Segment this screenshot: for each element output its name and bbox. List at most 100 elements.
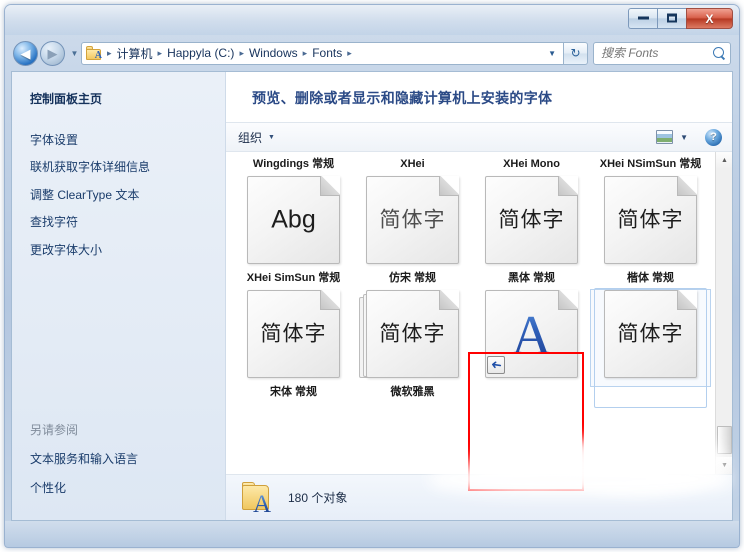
- font-item[interactable]: 简体字: [353, 289, 472, 386]
- font-preview-tile[interactable]: 简体字: [247, 289, 340, 378]
- scroll-down-button[interactable]: ▼: [716, 457, 732, 474]
- font-item-shortcut[interactable]: A ➜: [472, 289, 591, 386]
- window-controls: X: [628, 8, 733, 30]
- font-item[interactable]: XHei Mono: [472, 158, 591, 176]
- vertical-scrollbar[interactable]: ▲ ▼: [715, 152, 732, 474]
- minimize-button[interactable]: [628, 8, 657, 29]
- font-item-selected[interactable]: 简体字: [590, 287, 711, 408]
- font-item[interactable]: XHei NSimSun 常规: [591, 158, 710, 176]
- font-item[interactable]: 微软雅黑: [353, 386, 472, 404]
- font-name-label: XHei NSimSun 常规: [599, 158, 702, 170]
- font-name-label: 宋体 常规: [269, 385, 318, 398]
- address-breadcrumb-bar[interactable]: A ▸ 计算机 ▸ Happyla (C:) ▸ Windows ▸ Fonts…: [81, 41, 564, 65]
- back-arrow-icon: ◀: [20, 45, 31, 61]
- toolbar-right-group: ▼ ?: [656, 128, 722, 146]
- font-preview-tile[interactable]: 简体字: [485, 175, 578, 264]
- font-item[interactable]: 简体字: [353, 175, 472, 272]
- font-item[interactable]: Wingdings 常规: [234, 158, 353, 176]
- font-name-label: 仿宋 常规: [388, 271, 437, 284]
- chevron-down-icon: ▼: [70, 48, 79, 58]
- see-also-heading: 另请参阅: [30, 423, 79, 437]
- font-item[interactable]: 简体字: [591, 175, 710, 272]
- font-item[interactable]: [472, 386, 591, 404]
- see-also-section: 另请参阅 文本服务和输入语言 个性化: [30, 421, 216, 508]
- back-button[interactable]: ◀: [13, 40, 38, 66]
- explorer-window: X ◀ ▶ ▼ A ▸ 计算机 ▸ Happyla (C:) ▸ Windows…: [4, 4, 740, 548]
- font-item[interactable]: XHei SimSun 常规: [234, 272, 353, 290]
- content-grid-wrapper: Wingdings 常规 XHei XHei Mono XHei NSimSun…: [226, 152, 732, 474]
- chevron-down-icon: ▼: [268, 133, 275, 141]
- font-item[interactable]: 黑体 常规: [472, 272, 591, 290]
- font-family-stack-tile[interactable]: 简体字: [359, 289, 459, 378]
- font-name-label: 黑体 常规: [507, 271, 556, 284]
- font-name-label: XHei SimSun 常规: [246, 271, 341, 284]
- font-item[interactable]: 简体字: [234, 289, 353, 386]
- refresh-icon: ↻: [570, 46, 581, 60]
- font-item[interactable]: 仿宋 常规: [353, 272, 472, 290]
- view-options-icon[interactable]: [656, 130, 674, 144]
- breadcrumb-item-fonts[interactable]: Fonts: [310, 46, 344, 60]
- font-preview-text: 简体字: [617, 321, 684, 345]
- window-footer: [5, 521, 739, 547]
- chevron-down-icon[interactable]: ▼: [680, 133, 688, 142]
- font-preview-tile[interactable]: 简体字: [604, 289, 697, 378]
- font-item[interactable]: 楷体 常规: [591, 272, 710, 290]
- sidebar-item-font-settings[interactable]: 字体设置: [30, 133, 225, 147]
- navigation-pane: 控制面板主页 字体设置 联机获取字体详细信息 调整 ClearType 文本 查…: [12, 72, 226, 520]
- breadcrumb-separator: ▸: [302, 47, 308, 58]
- sidebar-item-change-font-size[interactable]: 更改字体大小: [30, 243, 225, 257]
- help-button[interactable]: ?: [705, 128, 722, 146]
- font-row: Abg 简体字 简体字 简体字: [234, 175, 715, 272]
- font-preview-text: 简体字: [260, 321, 327, 345]
- font-item[interactable]: [591, 386, 710, 404]
- font-row: 简体字 简体字 A ➜ 简体字: [234, 287, 715, 408]
- refresh-button[interactable]: ↻: [564, 41, 588, 65]
- search-input[interactable]: [601, 46, 713, 60]
- scroll-up-button[interactable]: ▲: [716, 152, 732, 169]
- font-name-label: XHei: [400, 158, 425, 170]
- breadcrumb: ▸ 计算机 ▸ Happyla (C:) ▸ Windows ▸ Fonts ▸: [104, 45, 355, 62]
- font-shortcut-tile[interactable]: A ➜: [485, 289, 578, 378]
- maximize-button[interactable]: [657, 8, 686, 29]
- sidebar-item-personalization[interactable]: 个性化: [30, 479, 216, 496]
- font-preview-text: Abg: [271, 205, 316, 234]
- font-item[interactable]: 宋体 常规: [234, 386, 353, 404]
- font-item[interactable]: 简体字: [472, 175, 591, 272]
- breadcrumb-separator: ▸: [347, 47, 352, 58]
- font-preview-text: 简体字: [498, 208, 565, 232]
- title-bar: X: [5, 5, 739, 35]
- scrollbar-thumb[interactable]: [717, 426, 732, 454]
- sidebar-item-control-panel-home[interactable]: 控制面板主页: [30, 90, 225, 107]
- close-button[interactable]: X: [686, 8, 733, 29]
- breadcrumb-item-computer[interactable]: 计算机: [115, 45, 155, 62]
- help-icon: ?: [710, 131, 717, 143]
- sidebar-item-text-services[interactable]: 文本服务和输入语言: [30, 450, 216, 467]
- font-name-label: Wingdings 常规: [252, 158, 335, 170]
- minimize-icon: [629, 13, 657, 24]
- sidebar-item-adjust-cleartype[interactable]: 调整 ClearType 文本: [30, 188, 225, 202]
- font-item[interactable]: XHei: [353, 158, 472, 176]
- font-preview-tile[interactable]: Abg: [247, 175, 340, 264]
- search-box[interactable]: [593, 41, 731, 65]
- folder-letter-a: A: [253, 490, 272, 518]
- font-icon-grid: Wingdings 常规 XHei XHei Mono XHei NSimSun…: [226, 152, 715, 474]
- fonts-folder-icon: A: [240, 481, 276, 518]
- breadcrumb-item-windows[interactable]: Windows: [247, 46, 300, 60]
- organize-button[interactable]: 组织 ▼: [238, 129, 275, 146]
- sidebar-item-get-font-details-online[interactable]: 联机获取字体详细信息: [30, 160, 225, 174]
- address-bar-row: ◀ ▶ ▼ A ▸ 计算机 ▸ Happyla (C:) ▸ Windows ▸…: [5, 35, 739, 71]
- shortcut-arrow-icon: ➜: [487, 355, 505, 374]
- recent-locations-button[interactable]: ▼: [68, 42, 81, 64]
- forward-button[interactable]: ▶: [40, 40, 65, 66]
- font-item[interactable]: Abg: [234, 175, 353, 272]
- item-count-label: 180 个对象: [288, 491, 348, 505]
- address-dropdown-icon[interactable]: ▼: [544, 49, 560, 58]
- font-name-label: XHei Mono: [503, 158, 560, 170]
- sidebar-item-find-character[interactable]: 查找字符: [30, 215, 225, 229]
- font-row: Wingdings 常规 XHei XHei Mono XHei NSimSun…: [234, 158, 715, 176]
- font-preview-tile[interactable]: 简体字: [604, 175, 697, 264]
- triangle-down-icon: ▼: [721, 462, 728, 469]
- font-preview-tile[interactable]: 简体字: [366, 175, 459, 264]
- search-icon: [713, 46, 726, 60]
- breadcrumb-item-drive[interactable]: Happyla (C:): [165, 46, 236, 60]
